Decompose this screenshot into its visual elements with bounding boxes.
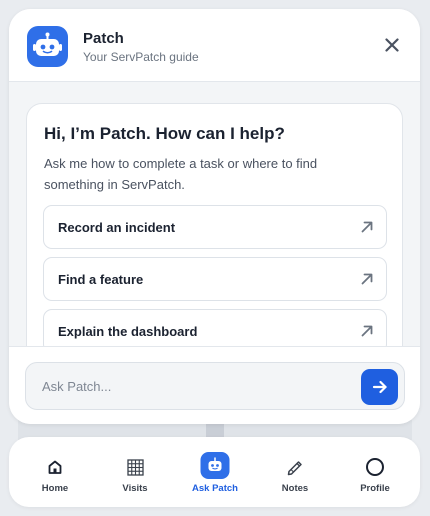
tab-label: Notes [281,483,309,494]
assistant-subtitle: Your ServPatch guide [83,50,199,64]
tab-ask-patch[interactable]: Ask Patch [175,437,255,507]
suggestion-label: Record an incident [58,220,176,235]
suggestion-label: Explain the dashboard [58,324,198,339]
tab-visits[interactable]: Visits [95,437,175,507]
arrow-up-right-icon [361,221,373,233]
tab-label: Home [41,483,69,494]
bottom-tab-bar: Home Visits Ask Patch Notes Profile [9,437,420,507]
tab-label: Visits [122,483,148,494]
message-input[interactable] [42,363,352,409]
tab-notes[interactable]: Notes [255,437,335,507]
tab-label: Ask Patch [192,483,238,494]
send-button[interactable] [361,369,398,405]
robot-icon [27,26,68,67]
arrow-right-icon [372,380,387,394]
assistant-panel: Patch Your ServPatch guide Hi, I’m Patch… [9,9,420,424]
tab-profile[interactable]: Profile [335,437,415,507]
grid-icon [124,456,146,478]
welcome-description: Ask me how to complete a task or where t… [44,156,318,192]
message-input-container [25,362,405,410]
composer [9,346,420,424]
home-icon [44,456,66,478]
suggestion-explain-dashboard[interactable]: Explain the dashboard [43,309,387,346]
welcome-card: Hi, I’m Patch. How can I help? Ask me ho… [26,103,403,346]
arrow-up-right-icon [361,325,373,337]
assistant-name: Patch [83,30,124,47]
arrow-up-right-icon [361,273,373,285]
suggestion-label: Find a feature [58,272,144,287]
pencil-icon [284,456,306,478]
close-button[interactable] [382,35,402,55]
welcome-title: Hi, I’m Patch. How can I help? [44,124,285,143]
conversation-area[interactable]: Hi, I’m Patch. How can I help? Ask me ho… [9,82,420,346]
suggestion-find-feature[interactable]: Find a feature [43,257,387,301]
suggestion-record-incident[interactable]: Record an incident [43,205,387,249]
tab-label: Profile [360,483,390,494]
close-icon [385,38,399,52]
profile-circle-icon [364,456,386,478]
panel-header: Patch Your ServPatch guide [9,9,420,82]
tab-home[interactable]: Home [15,437,95,507]
robot-icon [200,452,230,479]
